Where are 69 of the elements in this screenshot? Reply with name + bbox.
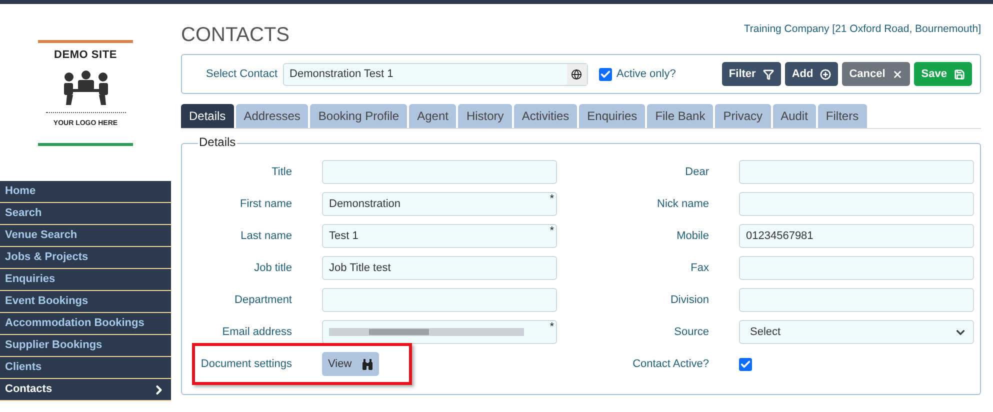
nav-item[interactable]: Jobs & Projects (0, 247, 171, 269)
field-label: First name (239, 196, 292, 212)
text-field[interactable] (322, 160, 557, 184)
text-field[interactable]: 01234567981 (739, 224, 974, 248)
text-field[interactable] (739, 192, 974, 216)
cancel-icon (892, 68, 904, 80)
field-label: Email address (221, 324, 292, 340)
tab[interactable]: File Bank (647, 104, 714, 128)
tab[interactable]: Filters (818, 104, 867, 128)
filter-icon (762, 68, 774, 80)
save-icon (954, 68, 965, 80)
company-name: Training Company [21 Oxford Road, Bournemouth] (744, 22, 981, 38)
nav-item[interactable]: Home (0, 181, 171, 203)
required-mark: * (550, 320, 554, 335)
contact-field[interactable]: Demonstration Test 1 (282, 62, 588, 86)
tab[interactable]: Addresses (236, 104, 308, 128)
field-label: Last name (240, 228, 292, 244)
tab[interactable]: Booking Profile (310, 104, 408, 128)
nav-item[interactable]: Clients (0, 357, 171, 379)
field-label: Mobile (676, 228, 709, 244)
nav-item[interactable]: Enquiries (0, 269, 171, 291)
globe-icon (571, 68, 582, 80)
action-button[interactable]: Add (784, 62, 838, 86)
fieldset-legend: Details (198, 136, 237, 148)
page-title: CONTACTS (181, 25, 290, 45)
field-label: Dear (684, 164, 709, 180)
nav-item[interactable]: Contacts (0, 379, 171, 401)
tab[interactable]: Details (181, 104, 234, 128)
tab[interactable]: Enquiries (579, 104, 646, 128)
field-label: Nick name (656, 196, 709, 212)
nav-item[interactable]: Supplier Bookings (0, 335, 171, 357)
binoculars-icon (362, 358, 373, 370)
field-label: Department (234, 292, 292, 308)
field-label: Document settings (200, 356, 292, 372)
field-label: Title (270, 164, 292, 180)
field-label: Division (669, 292, 709, 308)
field-label: Job title (253, 260, 292, 276)
field-label: Source (673, 324, 709, 340)
tab[interactable]: Activities (514, 104, 578, 128)
checkbox[interactable] (739, 358, 752, 370)
action-button[interactable]: Cancel (842, 62, 910, 86)
required-mark: * (550, 192, 554, 207)
checkbox-label: Active only? (616, 66, 676, 82)
text-field[interactable] (739, 160, 974, 184)
required-mark: * (550, 224, 554, 239)
text-field[interactable]: * (322, 320, 557, 344)
select-field[interactable]: Select (739, 320, 974, 344)
logo-title: DEMO SITE (54, 48, 117, 63)
field-label: Contact Active? (632, 356, 709, 372)
text-field[interactable]: Job Title test (322, 256, 557, 280)
tab[interactable]: Audit (772, 104, 816, 128)
tab[interactable]: Agent (409, 104, 456, 128)
action-button[interactable]: Filter (722, 62, 781, 86)
text-field[interactable] (739, 256, 974, 280)
text-field[interactable] (739, 288, 974, 312)
nav-item[interactable]: Search (0, 203, 171, 225)
tab[interactable]: History (458, 104, 512, 128)
text-field[interactable]: Demonstration * (322, 192, 557, 216)
select-contact-label: Select Contact (206, 66, 278, 82)
add-icon (820, 68, 832, 80)
view-button[interactable]: View (322, 352, 379, 376)
text-field[interactable] (322, 288, 557, 312)
nav-item[interactable]: Event Bookings (0, 291, 171, 313)
field-label: Fax (690, 260, 709, 276)
text-field[interactable]: Test 1 * (322, 224, 557, 248)
nav-item[interactable]: Venue Search (0, 225, 171, 247)
checkbox[interactable] (598, 68, 612, 80)
tab[interactable]: Privacy (715, 104, 771, 128)
nav-item[interactable]: Accommodation Bookings (0, 313, 171, 335)
